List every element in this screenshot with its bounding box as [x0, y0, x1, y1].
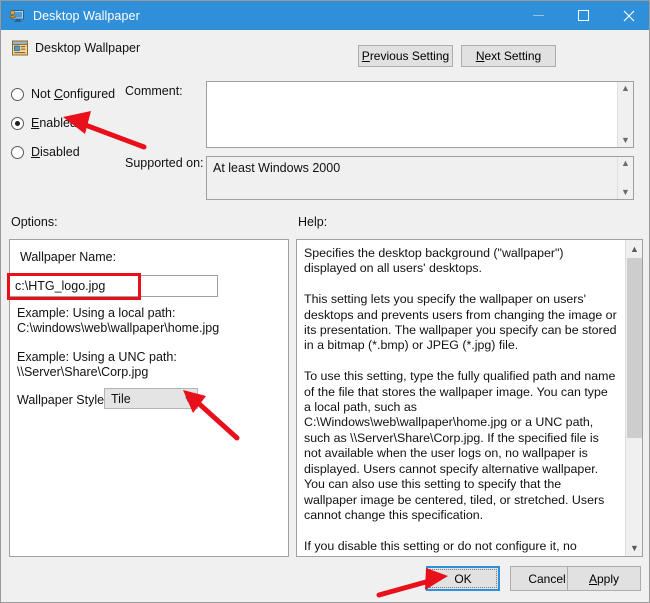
- close-icon[interactable]: [606, 1, 649, 30]
- wallpaper-name-label: Wallpaper Name:: [20, 250, 117, 264]
- options-section-label: Options:: [11, 215, 58, 229]
- scroll-up-icon[interactable]: ▲: [621, 84, 630, 93]
- title-bar: Desktop Wallpaper: [1, 1, 649, 30]
- supported-on-scrollbar[interactable]: ▲ ▼: [617, 157, 633, 199]
- previous-setting-accel: P: [361, 49, 370, 63]
- minimize-icon[interactable]: [516, 1, 561, 30]
- supported-on-label: Supported on:: [125, 156, 204, 170]
- help-text: Specifies the desktop background ("wallp…: [304, 246, 617, 556]
- comment-label: Comment:: [125, 84, 183, 98]
- policy-setting-icon: [11, 39, 29, 57]
- example-local-path: Example: Using a local path: C:\windows\…: [17, 306, 220, 335]
- apply-accel: A: [588, 571, 597, 586]
- radio-disabled[interactable]: Disabled: [11, 141, 115, 163]
- comment-value[interactable]: [207, 82, 617, 147]
- maximize-icon[interactable]: [561, 1, 606, 30]
- next-setting-button[interactable]: Next Setting: [461, 45, 556, 67]
- radio-indicator: [11, 87, 24, 101]
- scroll-down-icon[interactable]: ▼: [626, 539, 643, 556]
- wallpaper-style-value: Tile: [111, 391, 131, 406]
- scrollbar-thumb[interactable]: [627, 258, 642, 438]
- supported-on-value: At least Windows 2000: [213, 161, 341, 175]
- previous-setting-label: revious Setting: [369, 49, 450, 63]
- radio-not-configured[interactable]: Not Configured: [11, 83, 115, 105]
- cancel-button-label: Cancel: [528, 571, 566, 586]
- monitor-user-icon: [9, 8, 25, 24]
- scroll-up-icon[interactable]: ▲: [621, 159, 630, 168]
- comment-field[interactable]: ▲ ▼: [206, 81, 634, 148]
- apply-button[interactable]: Apply: [567, 566, 641, 591]
- policy-state-radio-group: Not Configured Enabled Disabled: [11, 83, 115, 170]
- chevron-down-icon[interactable]: ▼: [179, 394, 197, 404]
- radio-indicator: [11, 145, 24, 159]
- radio-indicator: [11, 116, 24, 130]
- ok-button[interactable]: OK: [426, 566, 500, 591]
- example-unc-path: Example: Using a UNC path: \\Server\Shar…: [17, 350, 177, 379]
- help-panel: Specifies the desktop background ("wallp…: [296, 239, 643, 557]
- previous-setting-button[interactable]: Previous Setting: [358, 45, 453, 67]
- radio-enabled-label: Enabled: [31, 116, 77, 130]
- scroll-up-icon[interactable]: ▲: [626, 240, 643, 257]
- wallpaper-style-label: Wallpaper Style:: [17, 393, 108, 407]
- radio-not-configured-label: Not Configured: [31, 87, 116, 101]
- help-section-label: Help:: [298, 215, 328, 229]
- scroll-down-icon[interactable]: ▼: [621, 188, 630, 197]
- wallpaper-name-input[interactable]: [9, 275, 218, 297]
- setting-title: Desktop Wallpaper: [35, 41, 141, 55]
- apply-button-label: pply: [597, 571, 620, 586]
- radio-disabled-label: Disabled: [31, 145, 80, 159]
- window-title: Desktop Wallpaper: [33, 8, 140, 23]
- comment-scrollbar[interactable]: ▲ ▼: [617, 82, 633, 147]
- desktop-wallpaper-dialog: Desktop Wallpaper Desktop Wallpaper Prev…: [0, 0, 650, 603]
- next-setting-label: ext Setting: [484, 49, 542, 63]
- supported-on-field: At least Windows 2000 ▲ ▼: [206, 156, 634, 200]
- wallpaper-style-dropdown[interactable]: Tile ▼: [104, 388, 198, 409]
- scroll-down-icon[interactable]: ▼: [621, 136, 630, 145]
- help-scrollbar[interactable]: ▲ ▼: [625, 240, 642, 556]
- radio-enabled[interactable]: Enabled: [11, 112, 115, 134]
- caption-buttons: [516, 1, 649, 30]
- focus-ring: [429, 569, 497, 588]
